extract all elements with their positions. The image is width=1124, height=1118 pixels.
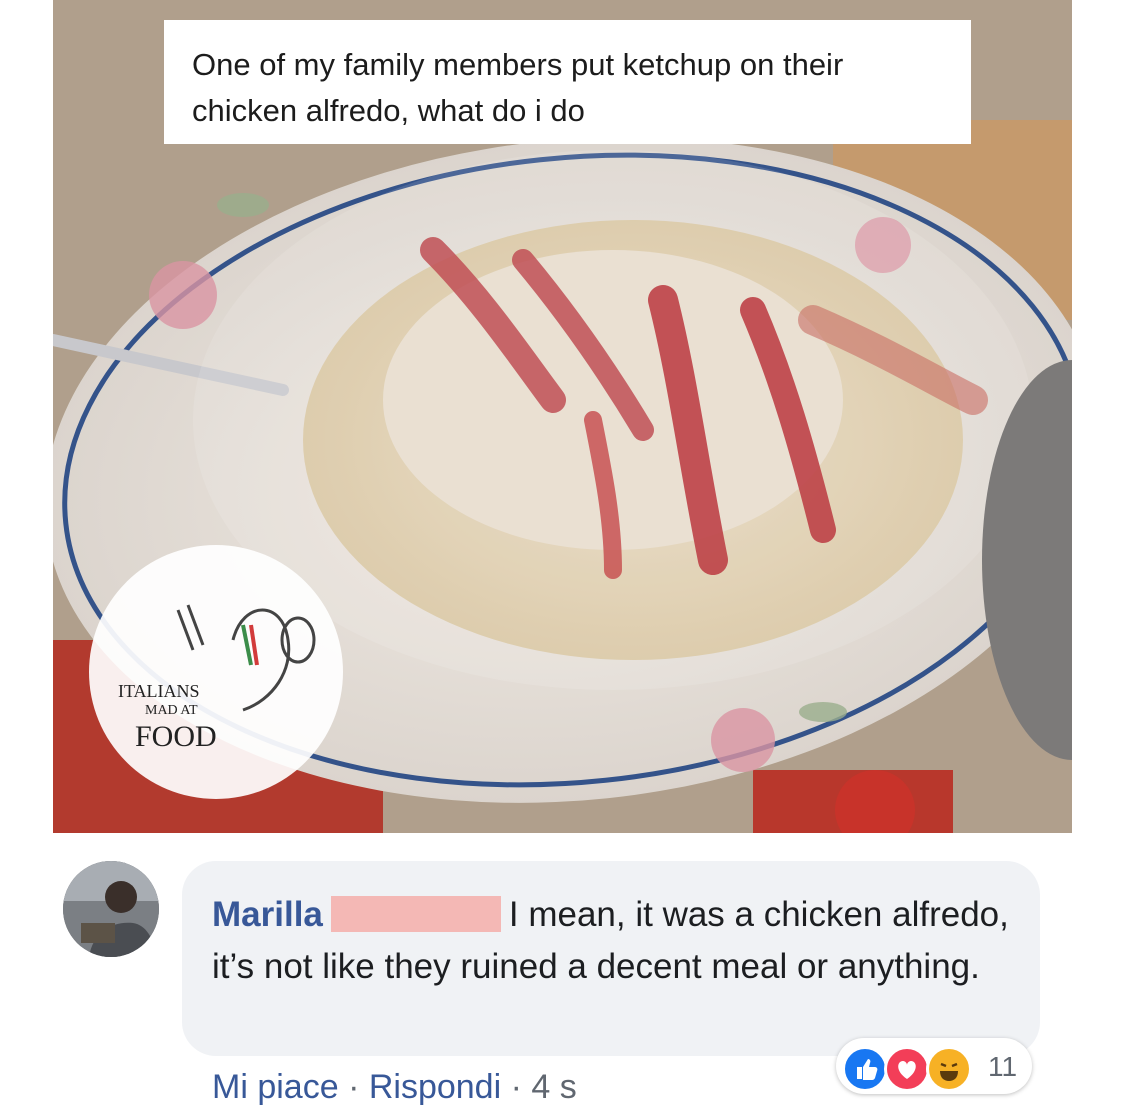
haha-icon (926, 1046, 972, 1092)
avatar-photo (63, 861, 159, 957)
separator: · (348, 1068, 360, 1106)
meme-caption: One of my family members put ketchup on … (164, 20, 971, 144)
logo-line-3: FOOD (135, 720, 217, 753)
logo-line-2: MAD AT (145, 703, 198, 718)
italians-mad-at-food-logo: ITALIANS MAD AT FOOD (89, 545, 343, 799)
reactions-summary[interactable]: 11 (836, 1038, 1032, 1094)
like-icon (842, 1046, 888, 1092)
avatar[interactable] (63, 861, 159, 957)
separator: · (510, 1068, 522, 1106)
love-icon (884, 1046, 930, 1092)
redacted-surname (330, 896, 501, 932)
comment-timestamp[interactable]: 4 s (531, 1068, 576, 1106)
comment-actions: Mi piace · Rispondi · 4 s (212, 1068, 577, 1107)
reply-link[interactable]: Rispondi (369, 1068, 501, 1106)
comment-bubble: Marilla I mean, it was a chicken alfredo,… (182, 861, 1040, 1056)
reaction-count: 11 (988, 1051, 1018, 1082)
comment-author-link[interactable]: Marilla (212, 895, 323, 934)
like-link[interactable]: Mi piace (212, 1068, 339, 1106)
logo-line-1: ITALIANS (118, 681, 200, 701)
